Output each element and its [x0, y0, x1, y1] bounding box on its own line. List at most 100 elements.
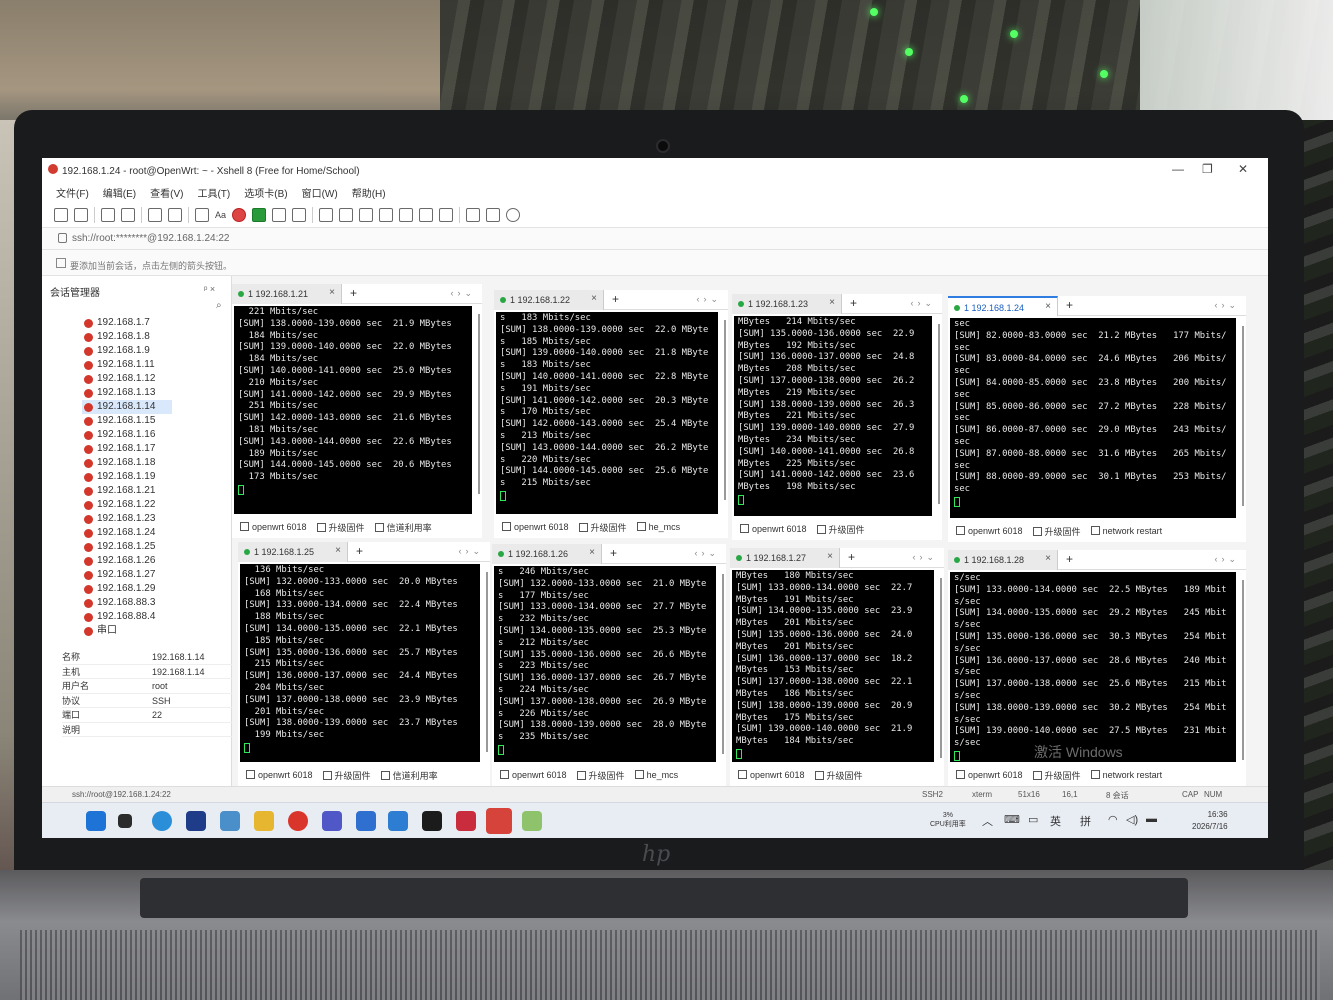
- session-tab[interactable]: 1 192.168.1.23 ×: [732, 294, 842, 314]
- close-button[interactable]: ✕: [1238, 162, 1248, 176]
- terminal-output[interactable]: s 246 Mbits/sec [SUM] 132.0000-133.0000 s…: [494, 566, 716, 762]
- menu-tools[interactable]: 工具(T): [197, 185, 230, 200]
- close-tab-icon[interactable]: ×: [591, 293, 597, 304]
- quick-command-button[interactable]: 升级固件: [814, 769, 863, 782]
- session-tab[interactable]: 1 192.168.1.21 ×: [232, 284, 342, 304]
- quick-command-button[interactable]: 升级固件: [816, 523, 865, 536]
- active-app-icon[interactable]: [486, 808, 512, 834]
- add-tab-icon[interactable]: +: [850, 296, 857, 310]
- terminal-output[interactable]: MBytes 214 Mbits/sec [SUM] 135.0000-136.0…: [734, 316, 932, 516]
- session-tab[interactable]: 1 192.168.1.28 ×: [948, 550, 1058, 570]
- xshell-taskbar-icon[interactable]: [288, 811, 308, 831]
- quick-command-button[interactable]: openwrt 6018: [500, 770, 567, 780]
- session-item[interactable]: 192.168.1.26: [82, 554, 172, 568]
- add-tab-icon[interactable]: +: [1066, 298, 1073, 312]
- close-tab-icon[interactable]: ×: [335, 545, 341, 556]
- session-item[interactable]: 192.168.1.15: [82, 414, 172, 428]
- cpu-usage[interactable]: 3% CPU利用率: [930, 811, 966, 829]
- chevron-up-icon[interactable]: ︿: [982, 813, 993, 829]
- session-item[interactable]: 192.168.1.27: [82, 568, 172, 582]
- close-tab-icon[interactable]: ×: [827, 551, 833, 562]
- fullscreen-icon[interactable]: [272, 207, 287, 222]
- scrollbar[interactable]: [1242, 580, 1244, 760]
- quick-command-button[interactable]: network restart: [1090, 770, 1162, 780]
- terminal-output[interactable]: 221 Mbits/sec [SUM] 138.0000-139.0000 sec…: [234, 306, 472, 514]
- tab-scroll-icons[interactable]: ‹›⌄: [1214, 300, 1240, 311]
- quick-command-button[interactable]: 信道利用率: [380, 769, 438, 782]
- quick-command-button[interactable]: 升级固件: [1032, 525, 1081, 538]
- xftp-icon[interactable]: [252, 207, 267, 222]
- menu-window[interactable]: 窗口(W): [302, 185, 338, 200]
- tab-scroll-icons[interactable]: ‹›⌄: [458, 546, 484, 557]
- session-item[interactable]: 192.168.1.7: [82, 316, 172, 330]
- session-item[interactable]: 192.168.1.18: [82, 456, 172, 470]
- quick-command-button[interactable]: openwrt 6018: [956, 770, 1023, 780]
- tab-scroll-icons[interactable]: ‹›⌄: [694, 548, 720, 559]
- task-view-icon[interactable]: [118, 814, 132, 828]
- session-item[interactable]: 192.168.88.4: [82, 610, 172, 624]
- battery-icon[interactable]: ▬: [1146, 813, 1157, 825]
- pin-close-icons[interactable]: ᵖ ×: [204, 284, 215, 294]
- quick-command-icon[interactable]: [439, 207, 454, 222]
- session-tab[interactable]: 1 192.168.1.27 ×: [730, 548, 840, 568]
- scrollbar[interactable]: [1242, 326, 1244, 506]
- scrollbar[interactable]: [938, 324, 940, 504]
- status-sessions[interactable]: 8 会话: [1106, 790, 1129, 801]
- session-item[interactable]: 192.168.1.9: [82, 344, 172, 358]
- file-explorer-icon[interactable]: [254, 811, 274, 831]
- close-tab-icon[interactable]: ×: [829, 297, 835, 308]
- new-session-icon[interactable]: [54, 207, 68, 222]
- search-icon[interactable]: ⌕: [216, 300, 222, 311]
- edge-icon[interactable]: [152, 811, 172, 831]
- terminal-output[interactable]: s 183 Mbits/sec [SUM] 138.0000-139.0000 s…: [496, 312, 718, 514]
- add-tab-icon[interactable]: +: [612, 292, 619, 306]
- tab-scroll-icons[interactable]: ‹›⌄: [1214, 554, 1240, 565]
- scrollbar[interactable]: [724, 320, 726, 500]
- tile-icon[interactable]: [486, 207, 501, 222]
- terminal-output[interactable]: s/sec [SUM] 133.0000-134.0000 sec 22.5 MB…: [950, 572, 1236, 762]
- session-item[interactable]: 192.168.1.21: [82, 484, 172, 498]
- scrollbar[interactable]: [940, 578, 942, 758]
- lock-icon[interactable]: [292, 207, 307, 222]
- quick-command-button[interactable]: 升级固件: [322, 769, 371, 782]
- menu-view[interactable]: 查看(V): [150, 185, 183, 200]
- globe-icon[interactable]: [195, 207, 209, 222]
- tab-scroll-icons[interactable]: ‹›⌄: [910, 298, 936, 309]
- quick-command-button[interactable]: openwrt 6018: [240, 522, 307, 532]
- quick-command-button[interactable]: 升级固件: [578, 521, 627, 534]
- script-icon[interactable]: [339, 207, 354, 222]
- disconnect-icon[interactable]: [121, 207, 135, 222]
- quick-command-button[interactable]: 升级固件: [316, 521, 365, 534]
- teams-icon[interactable]: [322, 811, 342, 831]
- open-folder-icon[interactable]: [74, 207, 88, 222]
- terminal-icon[interactable]: [422, 811, 442, 831]
- minimize-button[interactable]: —: [1172, 162, 1184, 176]
- session-item[interactable]: 192.168.1.16: [82, 428, 172, 442]
- session-item[interactable]: 192.168.1.13: [82, 386, 172, 400]
- tab-scroll-icons[interactable]: ‹›⌄: [912, 552, 938, 563]
- wifi-icon[interactable]: ◠: [1108, 813, 1118, 826]
- tunnel-icon[interactable]: [399, 207, 414, 222]
- system-clock[interactable]: 16:36 2026/7/16: [1192, 809, 1228, 833]
- session-item[interactable]: 192.168.1.24: [82, 526, 172, 540]
- scrollbar[interactable]: [486, 572, 488, 752]
- ime-pinyin[interactable]: 拼: [1080, 813, 1091, 829]
- quick-command-button[interactable]: openwrt 6018: [956, 526, 1023, 536]
- settings-icon[interactable]: [220, 811, 240, 831]
- session-item[interactable]: 192.168.1.23: [82, 512, 172, 526]
- app-icon[interactable]: [456, 811, 476, 831]
- quick-command-button[interactable]: 升级固件: [1032, 769, 1081, 782]
- ime-english[interactable]: 英: [1050, 813, 1061, 829]
- search-icon[interactable]: [168, 207, 182, 222]
- terminal-output[interactable]: MBytes 180 Mbits/sec [SUM] 133.0000-134.0…: [732, 570, 934, 762]
- session-item[interactable]: 192.168.1.19: [82, 470, 172, 484]
- layout-icon[interactable]: [466, 207, 481, 222]
- compose-icon[interactable]: [379, 207, 394, 222]
- help-icon[interactable]: [506, 207, 521, 222]
- keyboard-tray-icon[interactable]: ⌨: [1004, 813, 1020, 826]
- session-item[interactable]: 串口: [82, 624, 172, 638]
- quick-command-button[interactable]: openwrt 6018: [246, 770, 313, 780]
- session-item[interactable]: 192.168.1.14: [82, 400, 172, 414]
- quick-command-button[interactable]: openwrt 6018: [738, 770, 805, 780]
- add-session-icon[interactable]: [56, 258, 66, 268]
